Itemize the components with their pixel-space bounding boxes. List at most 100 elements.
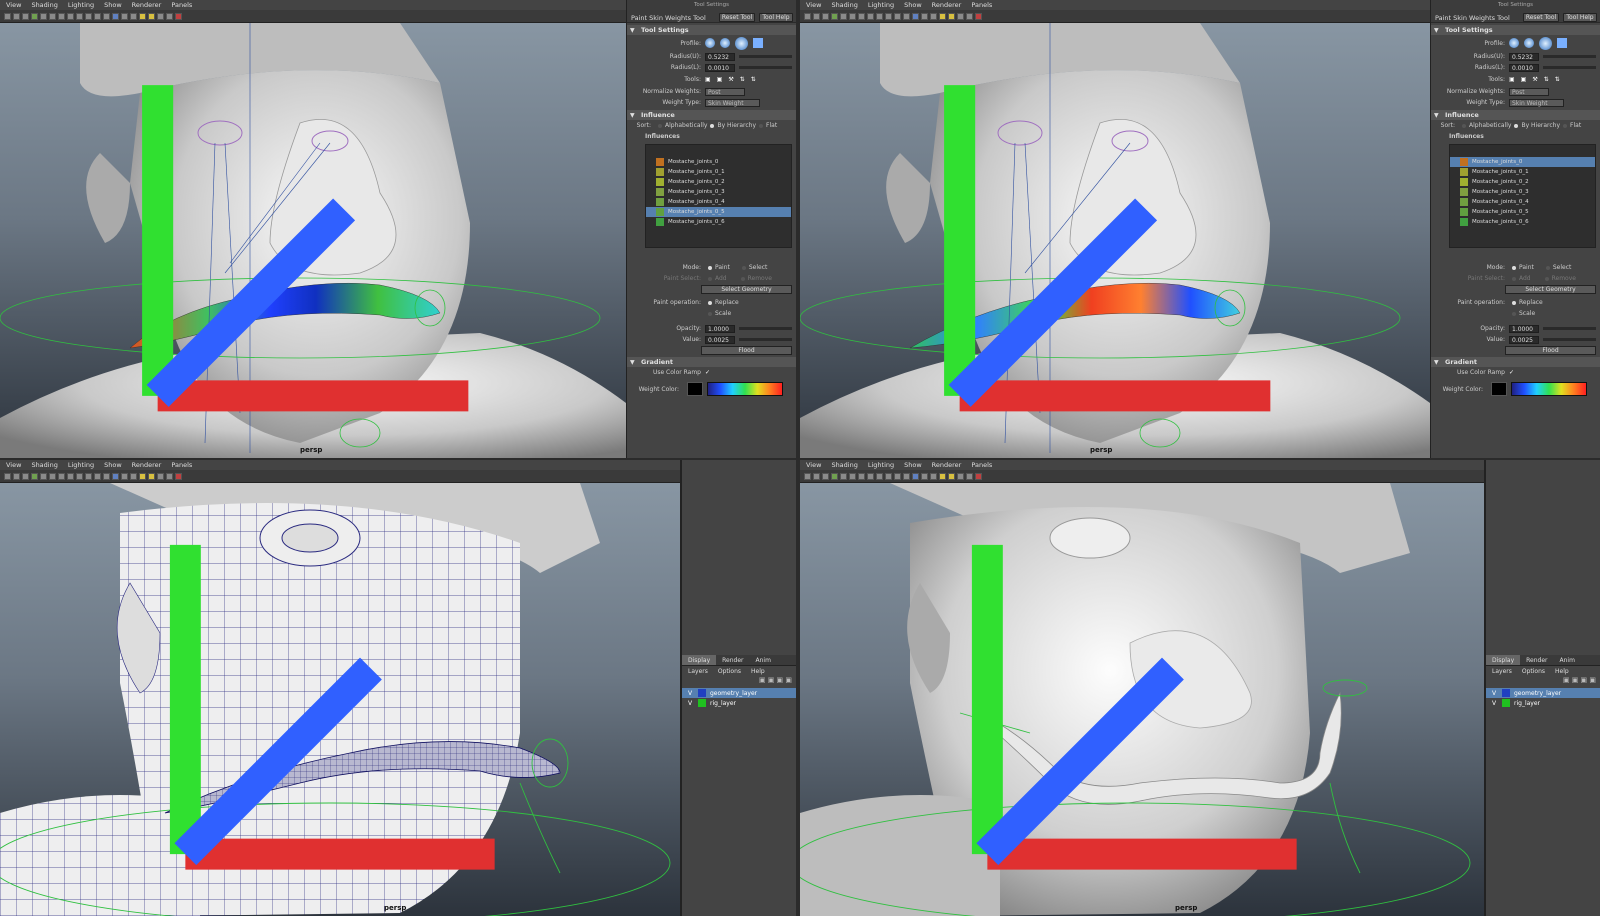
wireframe-on-shaded-icon[interactable] <box>121 12 128 20</box>
menu-show[interactable]: Show <box>104 461 122 469</box>
grid-icon[interactable] <box>40 472 47 480</box>
smooth-shade-icon[interactable] <box>912 472 919 480</box>
visibility-toggle[interactable]: V <box>686 700 694 707</box>
scale-radio[interactable] <box>708 311 712 316</box>
reset-tool-button[interactable]: Reset Tool <box>1523 13 1559 22</box>
flood-button[interactable]: Flood <box>1505 346 1596 355</box>
tools-icons[interactable]: ▣▣⚒⇅⇅ <box>1509 76 1566 83</box>
textured-icon[interactable] <box>930 472 937 480</box>
menu-layers[interactable]: Layers <box>688 668 708 675</box>
textured-icon[interactable] <box>130 472 137 480</box>
smooth-shade-icon[interactable] <box>912 12 919 20</box>
isolate-icon[interactable] <box>966 12 973 20</box>
opacity-field[interactable]: 1.0000 <box>1509 324 1539 333</box>
tools-icons[interactable]: ▣▣⚒⇅⇅ <box>705 76 762 83</box>
bookmark-icon[interactable] <box>22 472 29 480</box>
lights-icon[interactable] <box>139 472 146 480</box>
list-item[interactable]: Mostache_joints_0_3 <box>1450 187 1595 197</box>
menu-renderer[interactable]: Renderer <box>132 461 162 469</box>
xray-icon[interactable] <box>957 472 964 480</box>
opacity-slider[interactable] <box>1543 327 1596 330</box>
wireframe-icon[interactable] <box>903 472 910 480</box>
profile-solid-icon[interactable] <box>735 36 748 50</box>
visibility-toggle[interactable]: V <box>1490 700 1498 707</box>
camera-icon[interactable] <box>804 12 811 20</box>
lock-icon[interactable] <box>13 472 20 480</box>
menu-view[interactable]: View <box>6 1 21 9</box>
wireframe-icon[interactable] <box>103 472 110 480</box>
menu-shading[interactable]: Shading <box>31 461 57 469</box>
opacity-slider[interactable] <box>739 327 792 330</box>
replace-radio[interactable] <box>1512 300 1516 305</box>
grid-icon[interactable] <box>40 12 47 20</box>
weight-color-swatch[interactable] <box>1491 382 1507 396</box>
grid-icon[interactable] <box>840 12 847 20</box>
menu-panels[interactable]: Panels <box>171 1 192 9</box>
menu-renderer[interactable]: Renderer <box>132 1 162 9</box>
layer-color-swatch[interactable] <box>1502 699 1510 707</box>
isolate-icon[interactable] <box>166 472 173 480</box>
tool-help-button[interactable]: Tool Help <box>1563 13 1597 22</box>
list-item[interactable]: Mostache_joints_0_5 <box>1450 207 1595 217</box>
menu-show[interactable]: Show <box>904 461 922 469</box>
menu-panels[interactable]: Panels <box>171 461 192 469</box>
shadows-icon[interactable] <box>948 12 955 20</box>
safe-title-icon[interactable] <box>94 472 101 480</box>
image-plane-icon[interactable] <box>31 472 38 480</box>
list-item[interactable]: Mostache_joints_0_2 <box>646 177 791 187</box>
sort-alpha-radio[interactable] <box>658 123 662 128</box>
radius-u-slider[interactable] <box>739 55 792 58</box>
profile-gaussian-icon[interactable] <box>1509 38 1519 48</box>
radius-u-field[interactable]: 0.5232 <box>1509 52 1539 61</box>
lock-icon[interactable] <box>13 12 20 20</box>
camera-icon[interactable] <box>804 472 811 480</box>
reset-tool-button[interactable]: Reset Tool <box>719 13 755 22</box>
layer-row[interactable]: Vgeometry_layer <box>1486 688 1600 698</box>
highlight-icon[interactable] <box>975 12 982 20</box>
influence-section[interactable]: Influence <box>1431 110 1600 120</box>
list-item-selected[interactable]: Mostache_joints_0_5 <box>646 207 791 217</box>
flood-button[interactable]: Flood <box>701 346 792 355</box>
safe-title-icon[interactable] <box>894 472 901 480</box>
field-chart-icon[interactable] <box>876 472 883 480</box>
wireframe-icon[interactable] <box>903 12 910 20</box>
film-gate-icon[interactable] <box>49 12 56 20</box>
tool-settings-section[interactable]: Tool Settings <box>1431 25 1600 35</box>
mode-paint-radio[interactable] <box>1512 265 1516 270</box>
mode-select-radio[interactable] <box>741 265 746 270</box>
weight-color-swatch[interactable] <box>687 382 703 396</box>
normalize-dropdown[interactable]: Post <box>705 87 745 96</box>
isolate-icon[interactable] <box>966 472 973 480</box>
gate-mask-icon[interactable] <box>867 472 874 480</box>
shadows-icon[interactable] <box>148 12 155 20</box>
tool-help-button[interactable]: Tool Help <box>759 13 793 22</box>
remove-radio[interactable] <box>1544 276 1549 281</box>
lock-icon[interactable] <box>813 12 820 20</box>
wireframe-on-shaded-icon[interactable] <box>921 12 928 20</box>
xray-icon[interactable] <box>157 12 164 20</box>
image-plane-icon[interactable] <box>831 12 838 20</box>
radius-l-slider[interactable] <box>739 66 792 69</box>
safe-action-icon[interactable] <box>85 472 92 480</box>
profile-soft-icon[interactable] <box>720 38 730 48</box>
layer-color-swatch[interactable] <box>698 699 706 707</box>
tab-render[interactable]: Render <box>1520 655 1553 665</box>
profile-soft-icon[interactable] <box>1524 38 1534 48</box>
layer-row[interactable]: Vgeometry_layer <box>682 688 796 698</box>
list-item-selected[interactable]: Mostache_joints_0 <box>1450 157 1595 167</box>
field-chart-icon[interactable] <box>76 12 83 20</box>
menu-view[interactable]: View <box>6 461 21 469</box>
textured-icon[interactable] <box>930 12 937 20</box>
safe-action-icon[interactable] <box>885 12 892 20</box>
smooth-shade-icon[interactable] <box>112 472 119 480</box>
resolution-gate-icon[interactable] <box>58 472 65 480</box>
sort-hier-radio[interactable] <box>1514 123 1519 128</box>
menu-options[interactable]: Options <box>718 668 741 675</box>
tool-settings-section[interactable]: Tool Settings <box>627 25 796 35</box>
safe-action-icon[interactable] <box>885 472 892 480</box>
film-gate-icon[interactable] <box>849 12 856 20</box>
radius-u-field[interactable]: 0.5232 <box>705 52 735 61</box>
gate-mask-icon[interactable] <box>67 472 74 480</box>
remove-radio[interactable] <box>740 276 745 281</box>
radius-u-slider[interactable] <box>1543 55 1596 58</box>
